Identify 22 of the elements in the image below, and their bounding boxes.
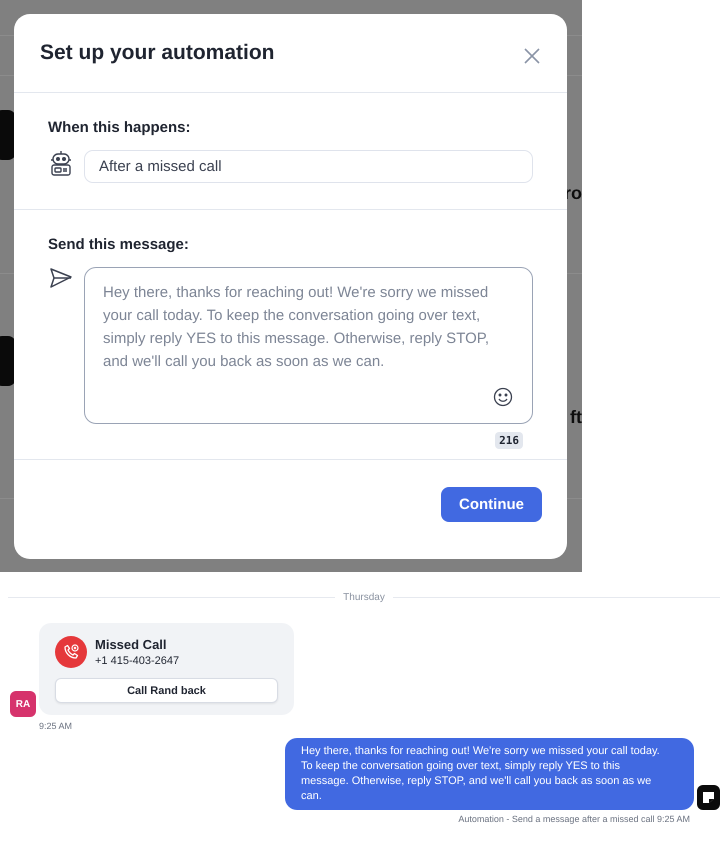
message-label: Send this message:	[48, 236, 190, 253]
close-button[interactable]	[523, 47, 541, 65]
message-caption: Automation - Send a message after a missed call 9:25 AM	[458, 814, 690, 824]
trigger-label: When this happens:	[48, 119, 192, 136]
robot-icon	[49, 150, 73, 176]
trigger-field[interactable]: After a missed call	[84, 150, 533, 183]
message-time: 9:25 AM	[39, 721, 72, 731]
date-divider: Thursday	[343, 592, 385, 603]
missed-call-icon	[55, 636, 87, 668]
emoji-icon[interactable]	[493, 387, 513, 407]
outgoing-message: Hey there, thanks for reaching out! We're sorry we missed your call today. To keep the conversation going over text, simply reply YES to this message. Otherwise, reply STOP, and we'll call you back as soon as we can.	[285, 738, 694, 810]
character-count: 216	[495, 432, 523, 449]
missed-call-title: Missed Call	[95, 637, 168, 652]
message-field[interactable]: Hey there, thanks for reaching out! We're sorry we missed your call today. To keep the conversation going over text, simply reply YES to this message. Otherwise, reply STOP, and we'll call you back as soon as we can.	[84, 267, 533, 424]
call-back-button[interactable]: Call Rand back	[55, 678, 278, 703]
phone-number: +1 415-403-2647	[95, 655, 180, 667]
modal-title: Set up your automation	[40, 41, 275, 65]
contact-avatar: RA	[10, 691, 36, 717]
automation-avatar	[697, 785, 720, 810]
continue-button[interactable]: Continue	[441, 487, 542, 522]
background-text: ft	[570, 407, 582, 428]
send-icon	[49, 267, 73, 289]
